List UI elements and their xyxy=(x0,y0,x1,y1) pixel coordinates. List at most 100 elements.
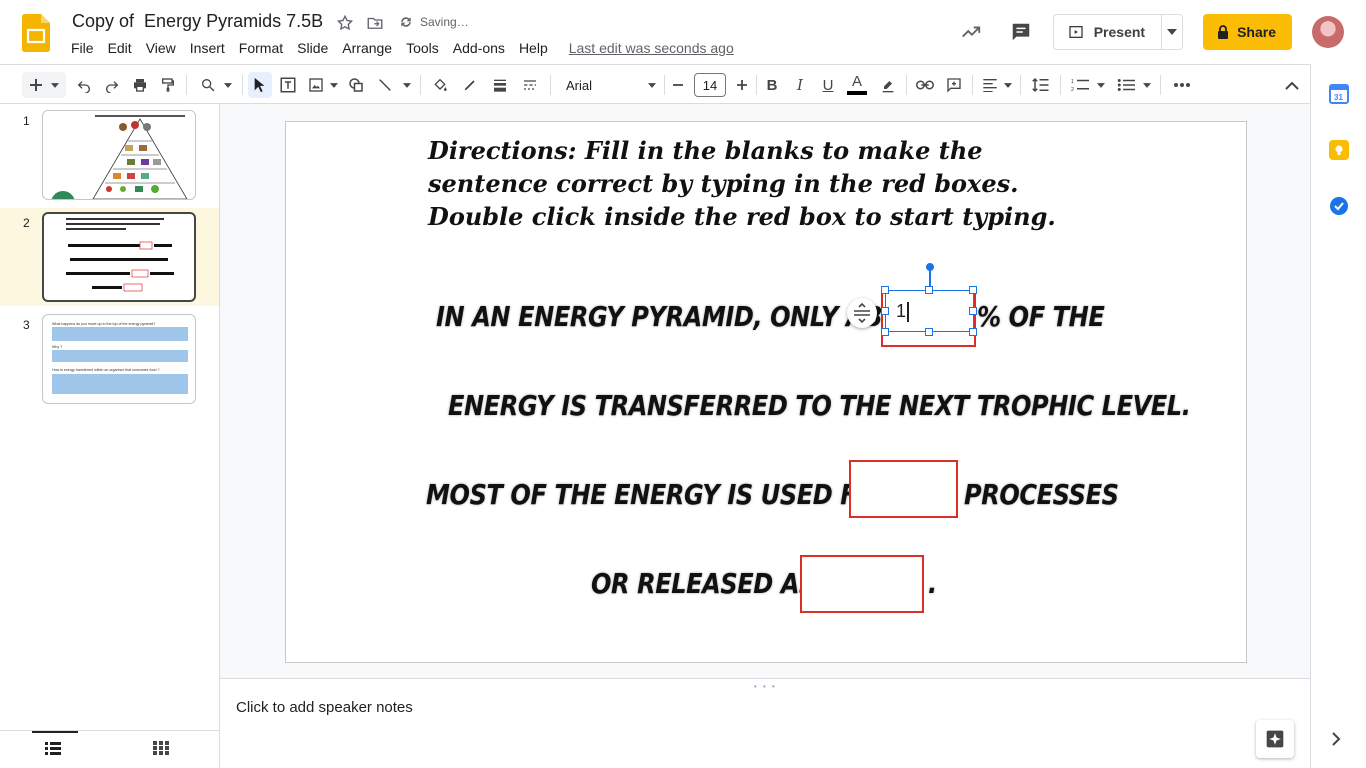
border-dash-icon[interactable] xyxy=(520,72,540,98)
tasks-icon[interactable] xyxy=(1329,196,1349,216)
decrease-font-size-icon[interactable] xyxy=(668,72,688,98)
fill-color-icon[interactable] xyxy=(430,72,450,98)
image-icon xyxy=(309,78,323,92)
text-box-icon[interactable] xyxy=(278,72,298,98)
collapse-toolbar-icon[interactable] xyxy=(1282,72,1302,98)
menu-addons[interactable]: Add-ons xyxy=(446,38,512,58)
notes-resize-grip[interactable]: • • • xyxy=(754,682,777,691)
bold-icon[interactable]: B xyxy=(762,72,782,98)
sentence-line-2[interactable]: ENERGY IS TRANSFERRED TO THE NEXT TROPHI… xyxy=(448,389,1191,422)
present-dropdown[interactable] xyxy=(1162,15,1182,49)
resize-handle-w[interactable] xyxy=(881,307,889,315)
underline-icon[interactable]: U xyxy=(818,72,838,98)
slide-thumbnail-2[interactable]: 2 xyxy=(0,208,219,306)
print-icon[interactable] xyxy=(130,72,150,98)
answer-box-processes[interactable] xyxy=(849,460,958,518)
menu-edit[interactable]: Edit xyxy=(101,38,139,58)
filmstrip-view-controls xyxy=(0,730,219,768)
text-color-icon[interactable]: A xyxy=(846,72,868,98)
expand-side-panel-icon[interactable] xyxy=(1331,732,1351,752)
more-options-icon[interactable] xyxy=(1170,72,1194,98)
star-icon[interactable] xyxy=(334,12,356,34)
resize-handle-ne[interactable] xyxy=(969,286,977,294)
sentence-line-1b[interactable]: % OF THE xyxy=(977,300,1105,333)
present-button[interactable]: Present xyxy=(1054,15,1163,49)
plus-icon xyxy=(30,79,42,91)
keep-icon[interactable] xyxy=(1329,140,1349,160)
font-family-select[interactable]: Arial xyxy=(560,72,660,98)
sentence-line-4a[interactable]: OR RELEASED AS xyxy=(591,567,816,600)
directions-label: Directions xyxy=(428,136,568,165)
line-tool-button[interactable] xyxy=(374,72,414,98)
share-button[interactable]: Share xyxy=(1203,14,1292,50)
font-size-input[interactable]: 14 xyxy=(694,73,726,97)
document-title[interactable]: Copy of Energy Pyramids 7.5B xyxy=(72,11,323,32)
grid-view-icon[interactable] xyxy=(153,741,171,759)
move-folder-icon[interactable] xyxy=(364,12,386,34)
numbered-list-button[interactable]: 12 xyxy=(1068,72,1108,98)
last-edit-link[interactable]: Last edit was seconds ago xyxy=(569,40,734,56)
resize-handle-n[interactable] xyxy=(925,286,933,294)
slide-2[interactable]: Directions: Fill in the blanks to make t… xyxy=(285,121,1247,663)
active-view-indicator xyxy=(32,731,78,733)
menu-view[interactable]: View xyxy=(139,38,183,58)
resize-handle-e[interactable] xyxy=(969,307,977,315)
answer-box-released-as[interactable] xyxy=(800,555,924,613)
increase-font-size-icon[interactable] xyxy=(732,72,752,98)
paint-format-icon[interactable] xyxy=(158,72,178,98)
italic-icon[interactable]: I xyxy=(790,72,810,98)
undo-icon[interactable] xyxy=(74,72,94,98)
add-comment-icon[interactable] xyxy=(944,72,964,98)
new-slide-button[interactable] xyxy=(22,72,66,98)
resize-handle-s[interactable] xyxy=(925,328,933,336)
menu-format[interactable]: Format xyxy=(232,38,290,58)
border-color-icon[interactable] xyxy=(460,72,480,98)
highlight-color-icon[interactable] xyxy=(878,72,898,98)
zoom-button[interactable] xyxy=(196,72,236,98)
vertical-align-button[interactable] xyxy=(847,298,877,328)
sentence-line-3a[interactable]: MOST OF THE ENERGY IS USED FOR xyxy=(426,478,895,511)
insert-image-button[interactable] xyxy=(306,72,340,98)
header-actions: Present Share xyxy=(953,14,1366,50)
speaker-notes[interactable]: • • • Click to add speaker notes xyxy=(220,678,1310,768)
typed-text[interactable]: 1 xyxy=(896,301,906,322)
slide-thumbnail-1[interactable]: 1 xyxy=(0,106,219,204)
insert-link-icon[interactable] xyxy=(914,72,936,98)
align-button[interactable] xyxy=(980,72,1014,98)
thumb-question-1: What happens as you move up to the top o… xyxy=(52,322,155,326)
numbered-list-icon: 12 xyxy=(1071,79,1089,93)
speaker-notes-placeholder[interactable]: Click to add speaker notes xyxy=(236,699,413,716)
shape-icon[interactable] xyxy=(346,72,366,98)
menu-insert[interactable]: Insert xyxy=(183,38,232,58)
activity-trend-icon[interactable] xyxy=(953,14,989,50)
rotate-handle[interactable] xyxy=(926,263,934,271)
chevron-down-icon xyxy=(403,82,411,88)
explore-button[interactable] xyxy=(1256,720,1294,758)
filmstrip-view-icon[interactable] xyxy=(45,741,63,759)
line-spacing-icon[interactable] xyxy=(1030,72,1052,98)
redo-icon[interactable] xyxy=(102,72,122,98)
calendar-icon[interactable]: 31 xyxy=(1329,84,1349,104)
account-avatar[interactable] xyxy=(1312,16,1344,48)
comments-icon[interactable] xyxy=(1003,14,1039,50)
sentence-line-3b[interactable]: PROCESSES xyxy=(964,478,1119,511)
sentence-line-4b[interactable]: . xyxy=(928,567,937,600)
select-tool-icon[interactable] xyxy=(248,72,272,98)
menu-arrange[interactable]: Arrange xyxy=(335,38,399,58)
menu-help[interactable]: Help xyxy=(512,38,555,58)
chevron-down-icon xyxy=(1097,82,1105,88)
resize-handle-nw[interactable] xyxy=(881,286,889,294)
menu-slide[interactable]: Slide xyxy=(290,38,335,58)
resize-handle-se[interactable] xyxy=(969,328,977,336)
slides-logo-icon[interactable] xyxy=(22,14,50,52)
slide-preview xyxy=(42,110,196,200)
border-weight-icon[interactable] xyxy=(490,72,510,98)
bulleted-list-button[interactable] xyxy=(1114,72,1154,98)
slide-thumbnail-3[interactable]: 3 What happens as you move up to the top… xyxy=(0,310,219,408)
resize-handle-sw[interactable] xyxy=(881,328,889,336)
active-text-box[interactable]: 1 xyxy=(885,290,974,332)
directions-text[interactable]: Directions: Fill in the blanks to make t… xyxy=(428,134,1068,233)
svg-text:2: 2 xyxy=(1071,87,1074,93)
menu-file[interactable]: File xyxy=(64,38,101,58)
menu-tools[interactable]: Tools xyxy=(399,38,446,58)
